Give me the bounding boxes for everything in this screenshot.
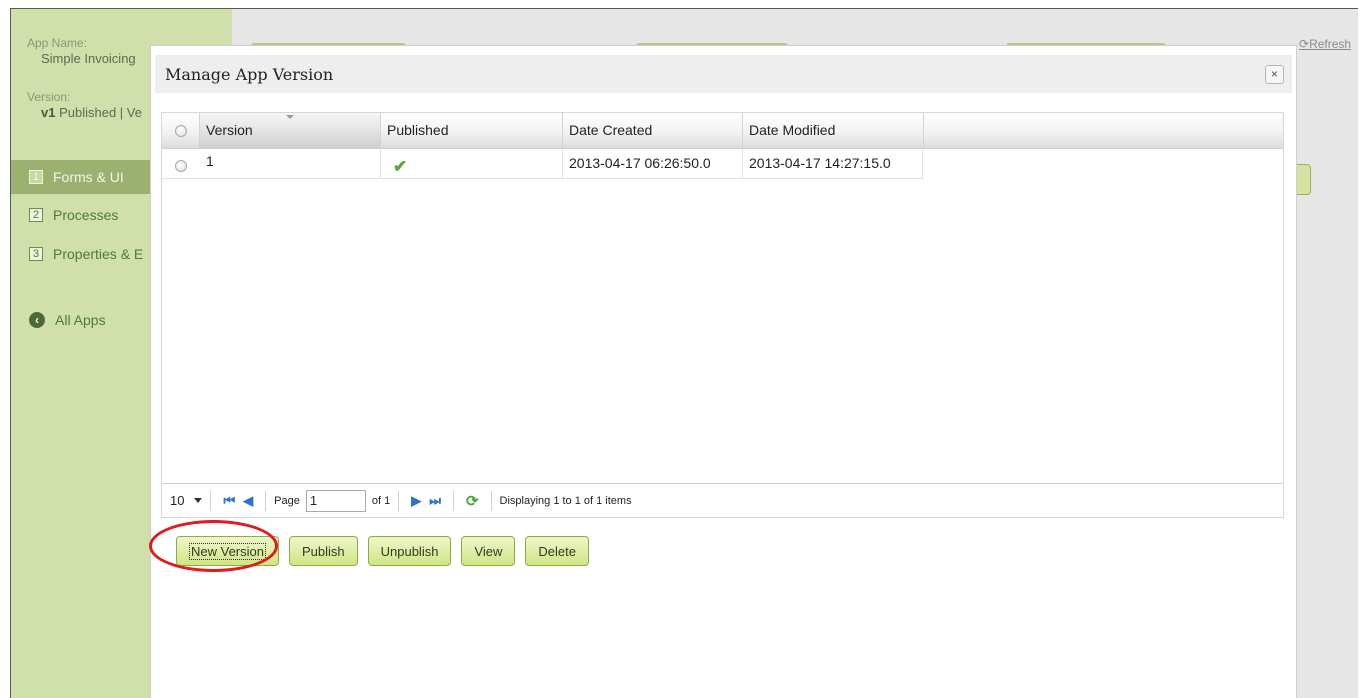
close-icon[interactable]: × (1265, 65, 1284, 84)
column-header-label: Date Modified (749, 122, 836, 138)
cell-text: 2013-04-17 06:26:50.0 (569, 155, 711, 171)
select-all-column (162, 113, 200, 148)
chevron-down-icon (194, 498, 203, 503)
next-page-icon[interactable]: ▶ (411, 493, 421, 509)
pagination-status: Displaying 1 to 1 of 1 items (499, 494, 632, 507)
dialog-title: Manage App Version (165, 64, 334, 84)
page-size-value: 10 (170, 493, 185, 508)
cell-text: 1 (206, 153, 214, 169)
version-value: v1 Published | Ve (41, 105, 142, 120)
cell-date-modified: 2013-04-17 14:27:15.0 (743, 149, 923, 178)
column-header-label: Date Created (569, 122, 653, 138)
prev-page-icon[interactable]: ◀ (243, 493, 253, 509)
action-buttons: New Version Publish Unpublish View Delet… (176, 536, 589, 566)
sidebar-item-label: Properties & E (53, 246, 144, 262)
column-header-label: Version (206, 122, 253, 138)
column-header-version[interactable]: Version (200, 113, 381, 148)
sidebar-item-label: Processes (53, 207, 119, 223)
column-header-published[interactable]: Published (381, 113, 563, 148)
cell-version: 1 (200, 149, 381, 178)
separator (398, 490, 400, 511)
sidebar-item-number: 2 (29, 208, 43, 222)
table-row[interactable]: 1 ✔ 2013-04-17 06:26:50.0 2013-04-17 14:… (162, 149, 923, 179)
refresh-icon: ⟳ (1299, 37, 1310, 51)
cell-text: 2013-04-17 14:27:15.0 (749, 155, 891, 171)
app-name-label: App Name: (27, 36, 88, 50)
dialog-header: Manage App Version × (155, 55, 1292, 93)
publish-button[interactable]: Publish (288, 536, 358, 566)
new-version-button[interactable]: New Version (176, 536, 279, 566)
background-button (1295, 164, 1311, 195)
row-select-cell (162, 149, 200, 178)
checkmark-icon: ✔ (393, 157, 408, 176)
sidebar-item-number: 1 (29, 170, 43, 184)
pagination-bar: 10 ⏮ ◀ Page 1 of 1 ▶ ⏭ ⟳ Displaying 1 to… (162, 483, 1283, 517)
sidebar-item-number: 3 (29, 247, 43, 261)
separator (452, 490, 454, 511)
versions-grid: Version Published Date Created Date Modi… (161, 112, 1284, 518)
first-page-icon[interactable]: ⏮ (223, 493, 235, 509)
back-arrow-icon: ‹ (29, 312, 45, 328)
grid-header: Version Published Date Created Date Modi… (162, 113, 1283, 149)
refresh-link[interactable]: ⟳Refresh (1299, 37, 1351, 51)
version-label: Version: (27, 90, 71, 104)
window-frame: App Name: Simple Invoicing Version: v1 P… (10, 8, 1358, 698)
manage-app-version-dialog: Manage App Version × Version Published D… (150, 45, 1297, 698)
separator (265, 490, 267, 511)
sidebar-item-label: All Apps (55, 312, 106, 328)
refresh-icon[interactable]: ⟳ (466, 492, 479, 510)
refresh-label: Refresh (1309, 37, 1352, 51)
page-size-select[interactable]: 10 (170, 493, 203, 508)
page-total-label: of 1 (371, 494, 391, 507)
unpublish-button[interactable]: Unpublish (367, 536, 452, 566)
column-header-label: Published (387, 122, 449, 138)
column-header-date-created[interactable]: Date Created (563, 113, 743, 148)
select-all-radio[interactable] (175, 125, 187, 137)
page-number-input[interactable]: 1 (305, 489, 366, 512)
column-header-date-modified[interactable]: Date Modified (743, 113, 924, 148)
page-label: Page (274, 494, 300, 507)
app-name: Simple Invoicing (41, 51, 136, 66)
delete-button[interactable]: Delete (525, 536, 589, 566)
separator (210, 490, 212, 511)
cell-date-created: 2013-04-17 06:26:50.0 (563, 149, 743, 178)
view-button[interactable]: View (461, 536, 516, 566)
version-status: Published | Ve (55, 105, 142, 120)
version-number: v1 (41, 105, 56, 120)
sidebar-item-label: Forms & UI (53, 169, 124, 185)
cell-published: ✔ (381, 149, 563, 178)
sort-caret-icon (286, 115, 294, 119)
separator (490, 490, 492, 511)
button-label: New Version (189, 542, 266, 560)
last-page-icon[interactable]: ⏭ (429, 493, 441, 509)
row-select-radio[interactable] (175, 160, 187, 172)
